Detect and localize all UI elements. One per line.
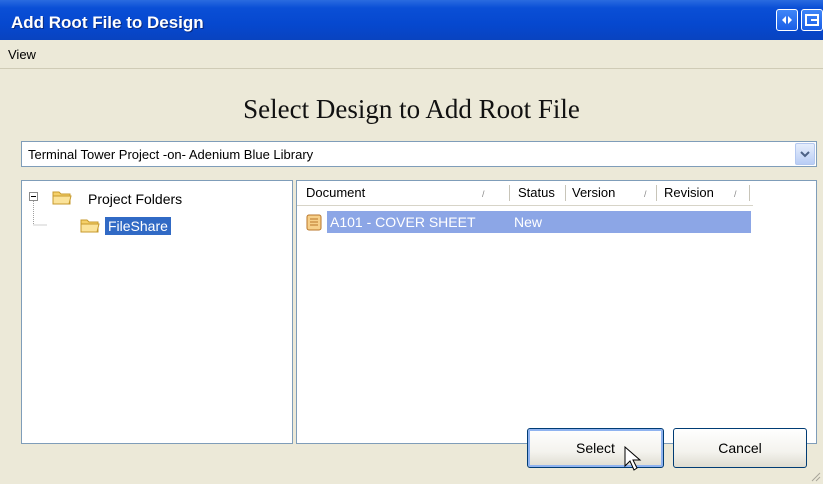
column-document[interactable]: Document: [306, 181, 365, 205]
row-status: New: [514, 214, 543, 230]
restore-icon: [782, 16, 792, 24]
column-revision[interactable]: Revision: [664, 181, 714, 205]
column-version[interactable]: Version: [572, 181, 615, 205]
combo-dropdown-button[interactable]: [795, 143, 815, 165]
column-divider[interactable]: [656, 185, 657, 201]
close-button[interactable]: [801, 9, 823, 31]
folder-icon: [52, 191, 72, 205]
sort-icon: /: [482, 189, 485, 199]
column-status[interactable]: Status: [518, 181, 555, 205]
document-list[interactable]: Document / Status Version / Revision / A…: [296, 180, 817, 444]
tree-node-project-folders[interactable]: Project Folders: [88, 191, 182, 207]
title-bar[interactable]: Add Root File to Design: [0, 0, 823, 40]
dropdown-arrow-icon: [800, 151, 810, 158]
row-document: A101 - COVER SHEET: [330, 214, 476, 230]
tree-connector-lines: [33, 201, 47, 226]
column-divider[interactable]: [565, 185, 566, 201]
mouse-cursor-icon: [624, 446, 642, 471]
folder-tree[interactable]: Project Folders FileShare: [21, 180, 293, 444]
menu-view[interactable]: View: [8, 47, 36, 62]
sort-icon: /: [734, 189, 737, 199]
close-icon: [805, 14, 819, 26]
document-icon: [306, 214, 322, 231]
dialog-heading: Select Design to Add Root File: [243, 94, 580, 124]
restore-button[interactable]: [776, 9, 798, 31]
tree-collapse-toggle[interactable]: [29, 192, 38, 201]
tree-node-fileshare[interactable]: FileShare: [105, 217, 171, 235]
list-header: Document / Status Version / Revision /: [297, 181, 753, 206]
cancel-button[interactable]: Cancel: [673, 428, 807, 468]
sort-icon: /: [644, 189, 647, 199]
design-combo[interactable]: Terminal Tower Project -on- Adenium Blue…: [21, 141, 817, 167]
column-divider[interactable]: [509, 185, 510, 201]
window-title: Add Root File to Design: [11, 13, 204, 32]
resize-grip-icon[interactable]: [809, 470, 821, 482]
design-combo-value: Terminal Tower Project -on- Adenium Blue…: [28, 147, 314, 162]
menu-bar: View: [0, 40, 823, 69]
column-divider[interactable]: [749, 185, 750, 201]
folder-icon: [80, 219, 100, 233]
dialog-window: Add Root File to Design View Select Desi…: [0, 0, 823, 484]
